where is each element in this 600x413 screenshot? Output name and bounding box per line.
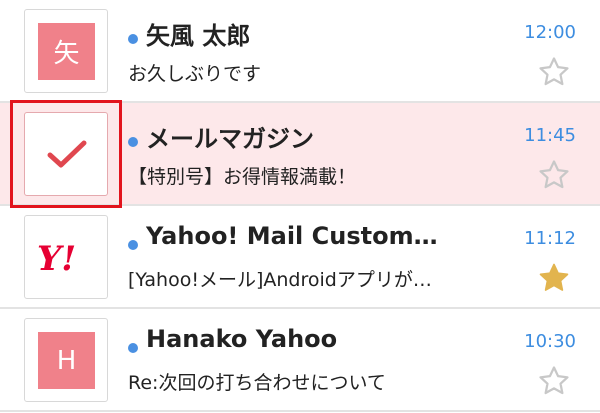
subject-line: [Yahoo!メール]Androidアプリが…	[128, 269, 432, 291]
mail-row-selected[interactable]: メールマガジン 【特別号】お得情報満載！ 11:45	[0, 103, 600, 206]
sender-name: 矢風 太郎	[146, 22, 251, 50]
unread-dot-icon	[128, 343, 138, 353]
mail-list: 矢 矢風 太郎 お久しぶりです 12:00 メールマガジン 【特別号】お得情報満…	[0, 0, 600, 413]
avatar[interactable]: Y!	[24, 215, 108, 299]
avatar[interactable]: H	[24, 318, 108, 402]
checkmark-icon	[47, 140, 87, 168]
selection-checkbox[interactable]	[24, 112, 108, 196]
avatar-initial: 矢	[38, 23, 95, 80]
unread-dot-icon	[128, 137, 138, 147]
star-filled-icon[interactable]	[537, 261, 571, 295]
yahoo-logo-text: Y!	[37, 239, 76, 278]
subject-line: お久しぶりです	[128, 63, 262, 85]
yahoo-logo-icon: Y!	[37, 239, 76, 278]
unread-dot-icon	[128, 34, 138, 44]
subject-line: Re:次回の打ち合わせについて	[128, 372, 386, 394]
sender-name: メールマガジン	[146, 125, 314, 153]
avatar[interactable]: 矢	[24, 9, 108, 93]
avatar-initial: H	[38, 332, 95, 389]
timestamp: 11:45	[524, 125, 576, 146]
subject-line: 【特別号】お得情報満載！	[128, 166, 357, 188]
sender-name: Yahoo! Mail Custom…	[146, 222, 438, 250]
timestamp: 12:00	[524, 22, 576, 43]
timestamp: 11:12	[524, 228, 576, 249]
star-outline-icon[interactable]	[537, 158, 571, 192]
unread-dot-icon	[128, 240, 138, 250]
star-outline-icon[interactable]	[537, 364, 571, 398]
timestamp: 10:30	[524, 331, 576, 352]
sender-name: Hanako Yahoo	[146, 325, 338, 353]
mail-row[interactable]: Y! Yahoo! Mail Custom… [Yahoo!メール]Androi…	[0, 206, 600, 309]
mail-row[interactable]: H Hanako Yahoo Re:次回の打ち合わせについて 10:30	[0, 309, 600, 412]
mail-row[interactable]: 矢 矢風 太郎 お久しぶりです 12:00	[0, 0, 600, 103]
star-outline-icon[interactable]	[537, 55, 571, 89]
